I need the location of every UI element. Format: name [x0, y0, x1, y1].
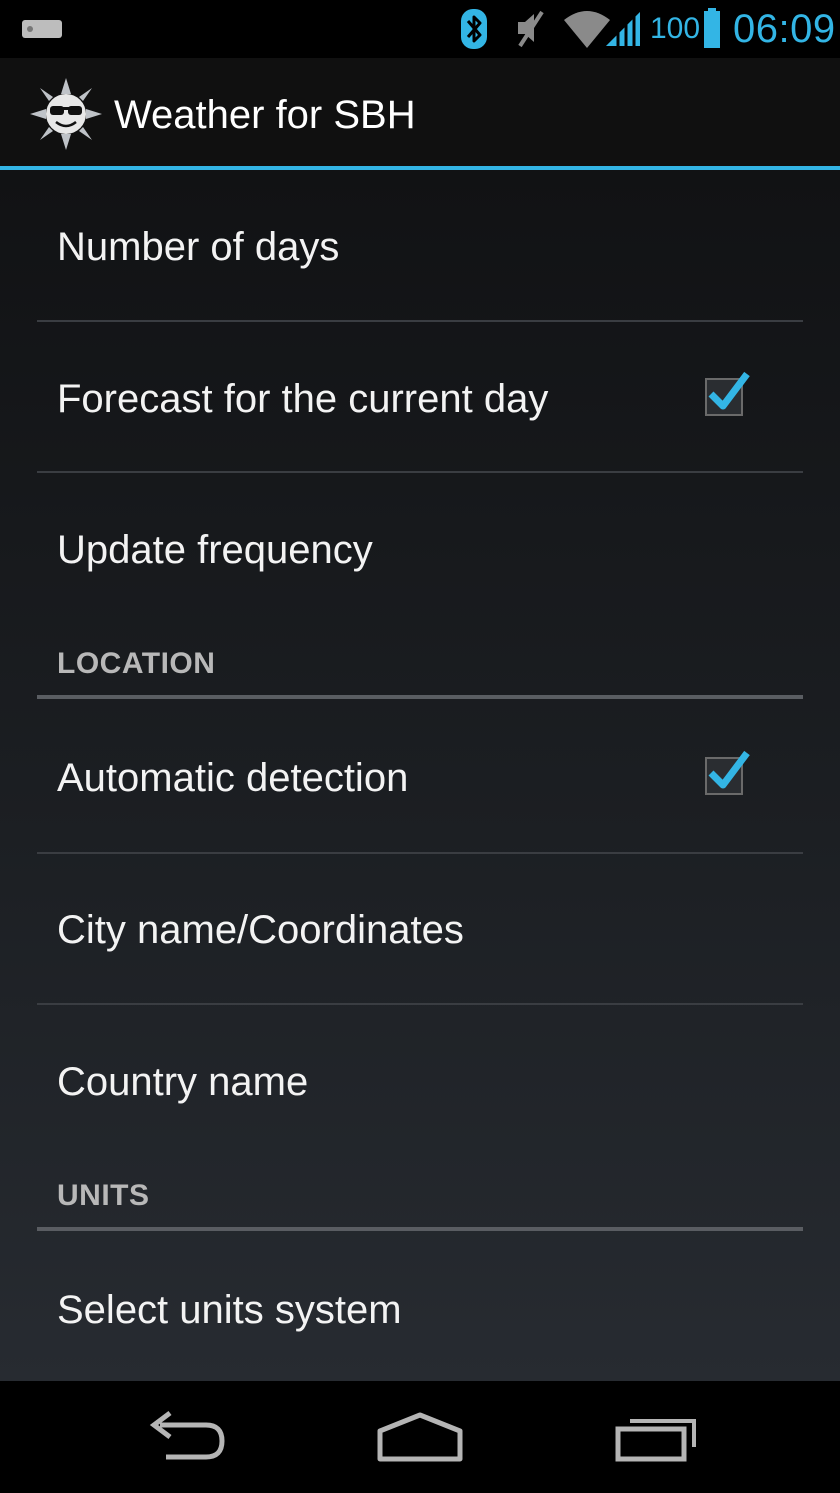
checkmark-icon	[708, 371, 750, 410]
pref-update-frequency[interactable]: Update frequency	[0, 473, 840, 623]
forecast-checkbox[interactable]	[705, 371, 750, 416]
pref-title: Forecast for the current day	[57, 377, 549, 421]
automatic-detection-checkbox[interactable]	[705, 750, 750, 795]
pref-title: City name/Coordinates	[57, 908, 464, 952]
battery-icon	[704, 8, 720, 48]
signal-icon	[606, 12, 640, 46]
pref-forecast-current-day[interactable]: Forecast for the current day	[0, 322, 840, 472]
navigation-bar	[0, 1381, 840, 1493]
category-divider	[37, 695, 803, 699]
back-icon[interactable]	[146, 1407, 228, 1467]
pref-number-of-days[interactable]: Number of days	[0, 170, 840, 321]
mute-icon	[518, 10, 544, 48]
pref-title: Number of days	[57, 225, 340, 269]
app-title: Weather for SBH	[114, 93, 416, 137]
status-bar: 100 06:09	[0, 0, 840, 58]
home-icon[interactable]	[376, 1407, 464, 1467]
pref-title: Country name	[57, 1060, 309, 1104]
notification-icon	[22, 20, 62, 38]
category-units: UNITS	[57, 1179, 150, 1212]
battery-level: 100	[650, 12, 701, 45]
checkmark-icon	[708, 750, 750, 789]
pref-automatic-detection[interactable]: Automatic detection	[0, 700, 840, 852]
pref-select-units[interactable]: Select units system	[0, 1232, 840, 1381]
bluetooth-icon	[461, 9, 487, 49]
pref-country-name[interactable]: Country name	[0, 1005, 840, 1155]
pref-title: Update frequency	[57, 528, 373, 572]
sun-with-sunglasses-icon[interactable]	[30, 78, 102, 150]
preferences-list: Number of days Forecast for the current …	[0, 170, 840, 1381]
pref-title: Automatic detection	[57, 756, 409, 800]
pref-city-name[interactable]: City name/Coordinates	[0, 854, 840, 1004]
category-location: LOCATION	[57, 647, 216, 680]
category-divider	[37, 1227, 803, 1231]
status-clock: 06:09	[733, 7, 836, 51]
action-bar: Weather for SBH	[0, 58, 840, 170]
pref-title: Select units system	[57, 1288, 402, 1332]
recent-apps-icon[interactable]	[614, 1407, 698, 1467]
